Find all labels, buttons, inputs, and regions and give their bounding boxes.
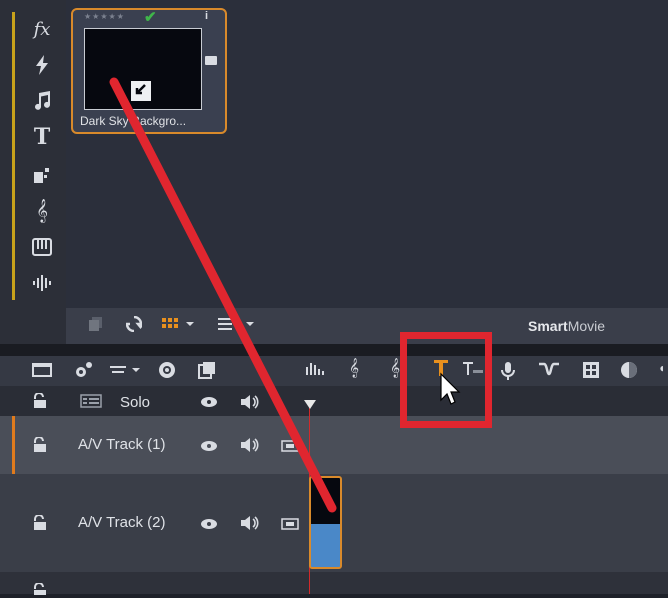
annotation-overlay (109, 77, 461, 513)
mouse-cursor-icon (440, 372, 461, 405)
drag-arrow (109, 77, 337, 513)
